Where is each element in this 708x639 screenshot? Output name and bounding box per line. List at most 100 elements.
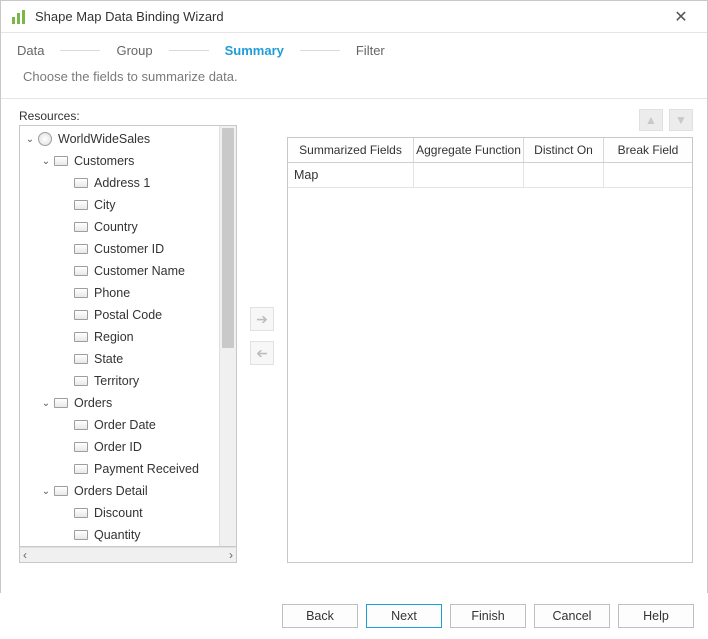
table-icon — [74, 178, 88, 188]
tree-node[interactable]: Discount — [24, 502, 219, 524]
expand-icon[interactable]: ⌄ — [40, 156, 52, 167]
table-icon — [74, 508, 88, 518]
resources-tree[interactable]: ⌄ WorldWideSales ⌄ Customers Address 1 City Co… — [20, 126, 219, 546]
cell-break[interactable] — [604, 163, 692, 187]
scrollbar-thumb[interactable] — [222, 128, 234, 348]
tree-node-label: Territory — [94, 374, 139, 388]
tree-node-label: Order Date — [94, 418, 156, 432]
expand-icon[interactable]: ⌄ — [40, 486, 52, 497]
table-icon — [74, 354, 88, 364]
remove-button[interactable]: ➔ — [250, 341, 274, 365]
table-icon — [54, 486, 68, 496]
tree-node[interactable]: State — [24, 348, 219, 370]
resources-panel: Resources: ⌄ WorldWideSales ⌄ Customers Addr… — [19, 109, 237, 563]
expand-icon[interactable]: ⌄ — [40, 398, 52, 409]
horizontal-scrollbar[interactable]: ‹ › — [19, 547, 237, 563]
database-icon — [38, 132, 52, 146]
table-icon — [54, 156, 68, 166]
tree-node[interactable]: Customer ID — [24, 238, 219, 260]
tree-node[interactable]: ⌄ Orders Detail — [24, 480, 219, 502]
table-icon — [74, 530, 88, 540]
fields-grid[interactable]: Summarized Fields Aggregate Function Dis… — [287, 137, 693, 563]
tree-node-label: Orders — [74, 396, 112, 410]
tree-node[interactable]: Quantity — [24, 524, 219, 546]
tree-node[interactable]: Postal Code — [24, 304, 219, 326]
col-aggregate[interactable]: Aggregate Function — [414, 138, 524, 162]
body: Resources: ⌄ WorldWideSales ⌄ Customers Addr… — [1, 99, 707, 569]
table-icon — [74, 442, 88, 452]
step-separator — [60, 50, 100, 51]
cell-distinct[interactable] — [524, 163, 604, 187]
table-icon — [74, 420, 88, 430]
tree-node-label: Customer Name — [94, 264, 185, 278]
table-icon — [74, 266, 88, 276]
grid-row[interactable]: Map — [288, 163, 692, 188]
table-icon — [74, 222, 88, 232]
tree-node[interactable]: Customer Name — [24, 260, 219, 282]
tree-node-label: Address 1 — [94, 176, 150, 190]
help-button[interactable]: Help — [618, 604, 694, 628]
grid-header: Summarized Fields Aggregate Function Dis… — [288, 138, 692, 163]
tree-node-label: Customer ID — [94, 242, 164, 256]
tree-node[interactable]: ⌄ WorldWideSales — [24, 128, 219, 150]
tree-node-label: Payment Received — [94, 462, 199, 476]
table-icon — [74, 310, 88, 320]
tree-node-label: Orders Detail — [74, 484, 148, 498]
tree-node-label: City — [94, 198, 116, 212]
arrow-up-icon: ▲ — [645, 113, 657, 127]
tree-node-label: Customers — [74, 154, 134, 168]
step-data[interactable]: Data — [15, 43, 46, 58]
tree-node-label: WorldWideSales — [58, 132, 150, 146]
vertical-scrollbar[interactable] — [219, 126, 236, 546]
step-summary[interactable]: Summary — [223, 43, 286, 58]
move-up-button[interactable]: ▲ — [639, 109, 663, 131]
tree-node[interactable]: ⌄ Customers — [24, 150, 219, 172]
col-break[interactable]: Break Field — [604, 138, 692, 162]
tree-node[interactable]: Payment Received — [24, 458, 219, 480]
tree-node[interactable]: Address 1 — [24, 172, 219, 194]
footer: Back Next Finish Cancel Help — [0, 593, 708, 639]
window-title: Shape Map Data Binding Wizard — [35, 9, 665, 24]
tree-node[interactable]: ⌄ Orders — [24, 392, 219, 414]
table-icon — [74, 376, 88, 386]
tree-node[interactable]: Order ID — [24, 436, 219, 458]
close-icon[interactable]: ✕ — [665, 7, 697, 27]
tree-node-label: Quantity — [94, 528, 141, 542]
scroll-left-icon[interactable]: ‹ — [23, 548, 27, 562]
title-bar: Shape Map Data Binding Wizard ✕ — [1, 1, 707, 33]
next-button[interactable]: Next — [366, 604, 442, 628]
expand-icon[interactable]: ⌄ — [24, 134, 36, 145]
tree-node[interactable]: Country — [24, 216, 219, 238]
table-icon — [74, 288, 88, 298]
resources-label: Resources: — [19, 109, 237, 123]
tree-node[interactable]: City — [24, 194, 219, 216]
table-icon — [74, 244, 88, 254]
step-group[interactable]: Group — [114, 43, 154, 58]
cell-aggregate[interactable] — [414, 163, 524, 187]
instruction-text: Choose the fields to summarize data. — [1, 67, 707, 99]
tree-node-label: Phone — [94, 286, 130, 300]
cell-summarized[interactable]: Map — [288, 163, 414, 187]
add-button[interactable]: ➔ — [250, 307, 274, 331]
tree-node[interactable]: Order Date — [24, 414, 219, 436]
step-filter[interactable]: Filter — [354, 43, 387, 58]
arrow-right-icon: ➔ — [256, 311, 268, 328]
scroll-right-icon[interactable]: › — [229, 548, 233, 562]
tree-node[interactable]: Territory — [24, 370, 219, 392]
finish-button[interactable]: Finish — [450, 604, 526, 628]
step-separator — [300, 50, 340, 51]
tree-node[interactable]: Phone — [24, 282, 219, 304]
table-icon — [74, 200, 88, 210]
step-separator — [169, 50, 209, 51]
arrow-left-icon: ➔ — [256, 345, 268, 362]
tree-node[interactable]: Region — [24, 326, 219, 348]
tree-node-label: Country — [94, 220, 138, 234]
col-distinct[interactable]: Distinct On — [524, 138, 604, 162]
col-summarized[interactable]: Summarized Fields — [288, 138, 414, 162]
cancel-button[interactable]: Cancel — [534, 604, 610, 628]
grid-panel: ▲ ▼ Summarized Fields Aggregate Function… — [287, 109, 693, 563]
tree-node-label: State — [94, 352, 123, 366]
resources-tree-container: ⌄ WorldWideSales ⌄ Customers Address 1 City Co… — [19, 125, 237, 547]
move-down-button[interactable]: ▼ — [669, 109, 693, 131]
back-button[interactable]: Back — [282, 604, 358, 628]
